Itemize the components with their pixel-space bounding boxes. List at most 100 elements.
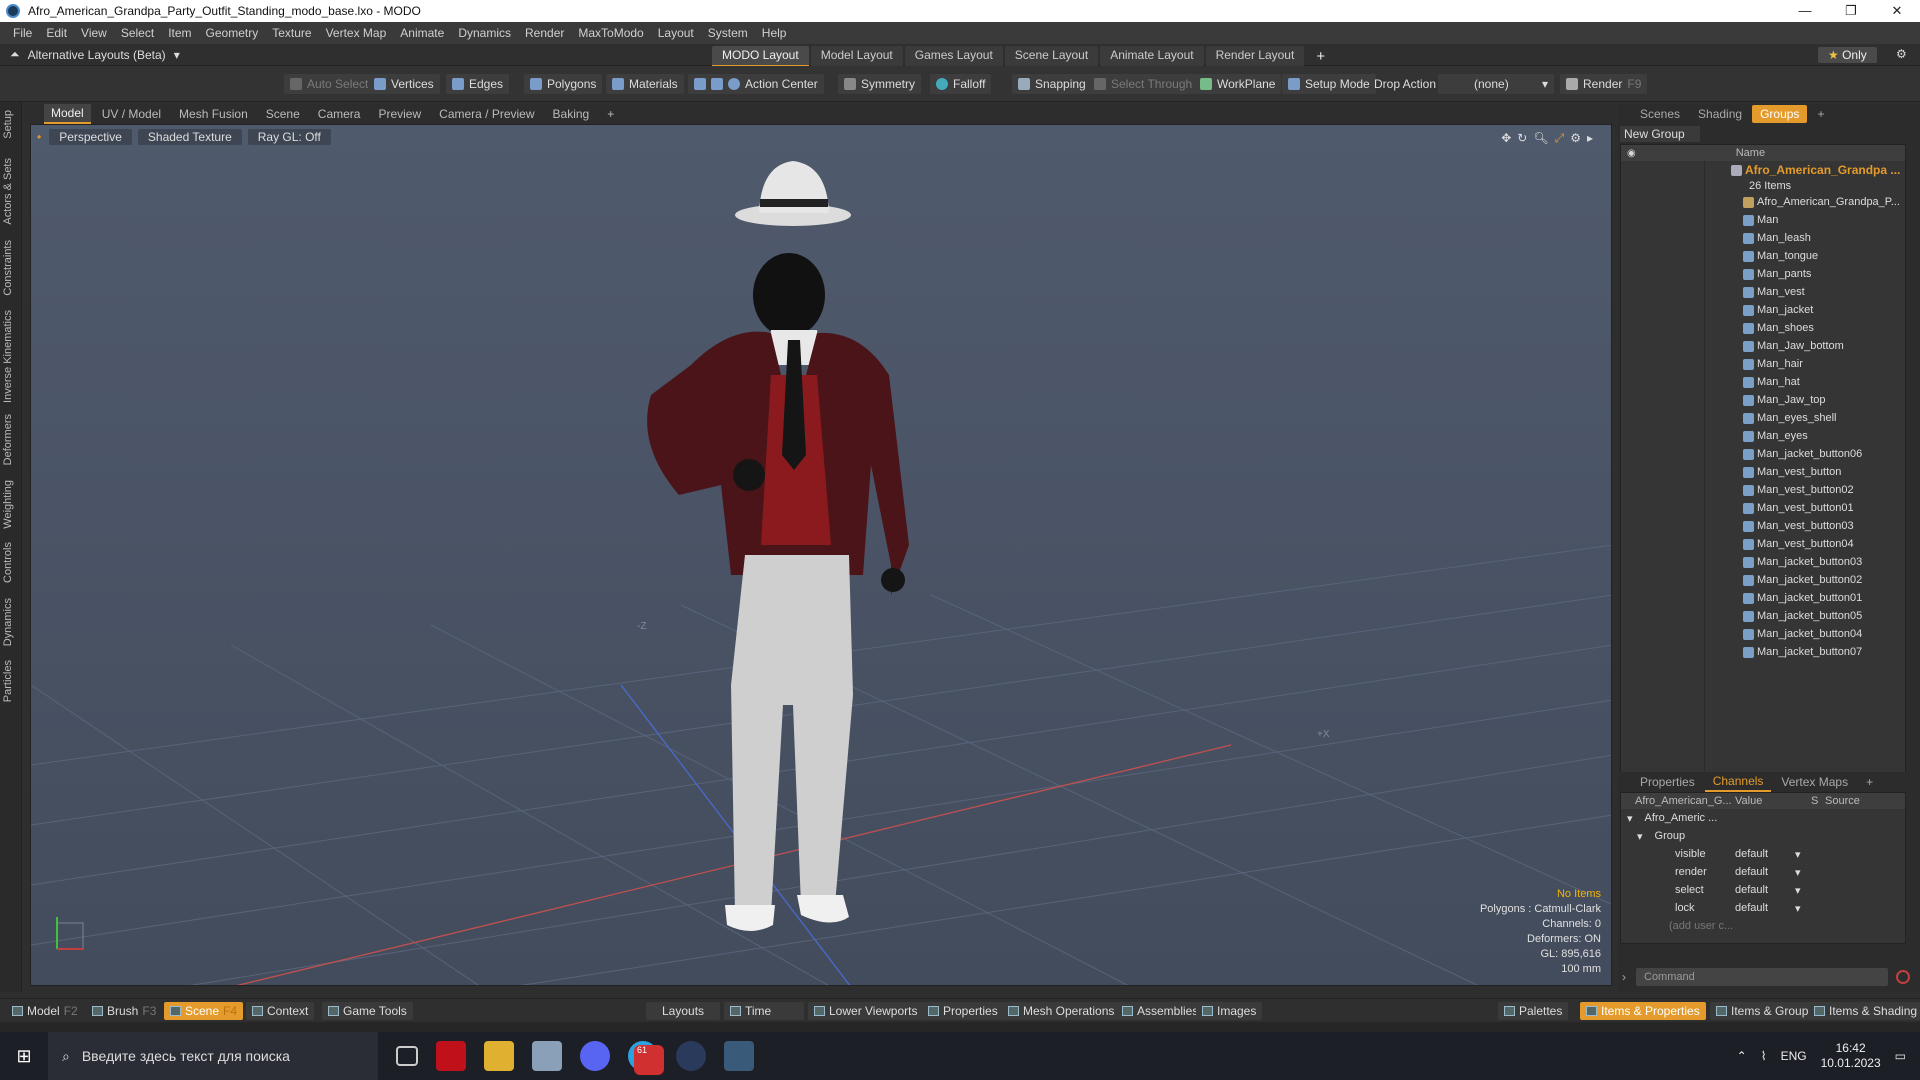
vtab-weighting[interactable]: Weighting	[2, 480, 20, 529]
chevron-down-icon[interactable]: ▾	[1795, 848, 1801, 861]
menu-layout[interactable]: Layout	[651, 26, 701, 40]
minimize-icon[interactable]: —	[1782, 3, 1828, 19]
items-shading-button[interactable]: Items & Shading	[1808, 1002, 1920, 1020]
context-button[interactable]: Context	[246, 1002, 315, 1020]
raygl-toggle[interactable]: Ray GL: Off	[247, 129, 331, 145]
menu-geometry[interactable]: Geometry	[199, 26, 266, 40]
tab-vertex-maps[interactable]: Vertex Maps	[1773, 773, 1856, 791]
taskbar-search[interactable]: ⌕ Введите здесь текст для поиска	[48, 1032, 378, 1080]
tab-camera-preview[interactable]: Camera / Preview	[432, 105, 541, 123]
symmetry-button[interactable]: Symmetry	[838, 74, 921, 94]
select-through-button[interactable]: Select Through	[1088, 74, 1199, 94]
list-item[interactable]: Man_vest_button03	[1621, 517, 1905, 535]
rotate-icon[interactable]: ↻	[1517, 131, 1527, 146]
record-icon[interactable]	[1896, 970, 1910, 984]
mesh-operations-button[interactable]: Mesh Operations	[1002, 1002, 1121, 1020]
alt-layouts-dropdown[interactable]: ⏶ Alternative Layouts (Beta) ▾	[10, 47, 180, 62]
tab-scene[interactable]: Scene	[259, 105, 307, 123]
gear-icon[interactable]: ⚙	[1896, 47, 1907, 61]
edges-button[interactable]: Edges	[446, 74, 510, 94]
menu-vertex-map[interactable]: Vertex Map	[319, 26, 394, 40]
list-item[interactable]: Man_hat	[1621, 373, 1905, 391]
command-input[interactable]: Command	[1636, 968, 1888, 986]
menu-render[interactable]: Render	[518, 26, 571, 40]
tab-model-layout[interactable]: Model Layout	[810, 46, 903, 67]
list-item[interactable]: Man_eyes	[1621, 427, 1905, 445]
list-item[interactable]: Man_vest_button01	[1621, 499, 1905, 517]
list-item[interactable]: Man_hair	[1621, 355, 1905, 373]
list-item[interactable]: Man	[1621, 211, 1905, 229]
tab-games-layout[interactable]: Games Layout	[904, 46, 1003, 67]
file-explorer-icon[interactable]	[484, 1041, 514, 1071]
channel-row[interactable]: lock default ▾	[1621, 899, 1905, 917]
vtab-actors-sets[interactable]: Actors & Sets	[2, 158, 20, 225]
channel-row[interactable]: render default ▾	[1621, 863, 1905, 881]
task-view-icon[interactable]	[396, 1046, 418, 1066]
tab-scenes[interactable]: Scenes	[1632, 105, 1688, 123]
items-properties-button[interactable]: Items & Properties	[1580, 1002, 1706, 1020]
brush-mode-button[interactable]: Brush F3	[86, 1002, 162, 1020]
expand-icon[interactable]: ▾	[1627, 812, 1633, 825]
list-item[interactable]: Man_tongue	[1621, 247, 1905, 265]
lower-viewports-button[interactable]: Lower Viewports	[808, 1002, 924, 1020]
vtab-dynamics[interactable]: Dynamics	[2, 598, 20, 646]
command-expand-icon[interactable]: ›	[1622, 970, 1626, 984]
network-icon[interactable]: ⌇	[1761, 1049, 1767, 1063]
menu-help[interactable]: Help	[755, 26, 794, 40]
tab-groups[interactable]: Groups	[1752, 105, 1808, 123]
list-item[interactable]: Man_jacket_button04	[1621, 625, 1905, 643]
menu-edit[interactable]: Edit	[39, 26, 74, 40]
channel-value[interactable]: default	[1735, 884, 1795, 896]
add-user-channel-row[interactable]: (add user c...	[1621, 917, 1905, 935]
list-item[interactable]: Man_shoes	[1621, 319, 1905, 337]
shading-mode-button[interactable]: Shaded Texture	[137, 129, 242, 145]
list-item[interactable]: Man_jacket_button07	[1621, 643, 1905, 661]
list-item[interactable]: Man_eyes_shell	[1621, 409, 1905, 427]
channel-group-row[interactable]: ▾ Group	[1621, 827, 1905, 845]
time-button[interactable]: Time	[724, 1002, 804, 1020]
menu-system[interactable]: System	[701, 26, 755, 40]
list-item[interactable]: Man_Jaw_top	[1621, 391, 1905, 409]
vtab-setup[interactable]: Setup	[2, 110, 20, 139]
tab-modo-layout[interactable]: MODO Layout	[712, 46, 809, 67]
chevron-down-icon[interactable]: ▾	[1795, 866, 1801, 879]
channel-value[interactable]: default	[1735, 866, 1795, 878]
zoom-icon[interactable]: 🔍︎	[1533, 131, 1548, 146]
setup-mode-button[interactable]: Setup Mode	[1282, 74, 1376, 94]
scene-mode-button[interactable]: Scene F4	[164, 1002, 244, 1020]
add-layout-icon[interactable]: +	[1306, 46, 1335, 67]
vtab-deformers[interactable]: Deformers	[2, 414, 20, 465]
game-tools-button[interactable]: Game Tools	[322, 1002, 413, 1020]
list-item[interactable]: Man_vest	[1621, 283, 1905, 301]
channel-item-row[interactable]: ▾ Afro_Americ ...	[1621, 809, 1905, 827]
add-tab-icon[interactable]: +	[600, 105, 621, 123]
action-center-button[interactable]: Action Center	[688, 74, 824, 94]
tray-chevron-icon[interactable]: ⌃	[1737, 1049, 1747, 1063]
list-item[interactable]: Man_vest_button	[1621, 463, 1905, 481]
menu-maxtomodo[interactable]: MaxToModo	[571, 26, 650, 40]
list-item[interactable]: Man_jacket_button03	[1621, 553, 1905, 571]
list-item[interactable]: Man_leash	[1621, 229, 1905, 247]
collapse-icon[interactable]: ⏶	[10, 47, 20, 62]
drop-action-select[interactable]: (none) ▾	[1438, 74, 1554, 94]
channel-value[interactable]: default	[1735, 902, 1795, 914]
add-tab-icon[interactable]: +	[1858, 773, 1881, 791]
expand-icon[interactable]: ▾	[1637, 830, 1643, 843]
items-groups-button[interactable]: Items & Groups	[1710, 1002, 1821, 1020]
view-mode-button[interactable]: Perspective	[49, 129, 132, 145]
list-item[interactable]: Man_jacket	[1621, 301, 1905, 319]
tab-model[interactable]: Model	[44, 104, 91, 124]
list-item[interactable]: Afro_American_Grandpa_P...	[1621, 193, 1905, 211]
channel-row[interactable]: select default ▾	[1621, 881, 1905, 899]
layouts-button[interactable]: Layouts	[646, 1002, 721, 1020]
tab-preview[interactable]: Preview	[371, 105, 428, 123]
list-item[interactable]: Man_pants	[1621, 265, 1905, 283]
vtab-inverse-kinematics[interactable]: Inverse Kinematics	[2, 310, 20, 403]
vtab-particles[interactable]: Particles	[2, 660, 20, 702]
chevron-down-icon[interactable]: ▾	[1795, 902, 1801, 915]
menu-animate[interactable]: Animate	[393, 26, 451, 40]
tab-camera[interactable]: Camera	[311, 105, 368, 123]
new-group-button[interactable]: New Group	[1620, 126, 1700, 142]
properties-button[interactable]: Properties	[922, 1002, 1004, 1020]
polygons-button[interactable]: Polygons	[524, 74, 603, 94]
